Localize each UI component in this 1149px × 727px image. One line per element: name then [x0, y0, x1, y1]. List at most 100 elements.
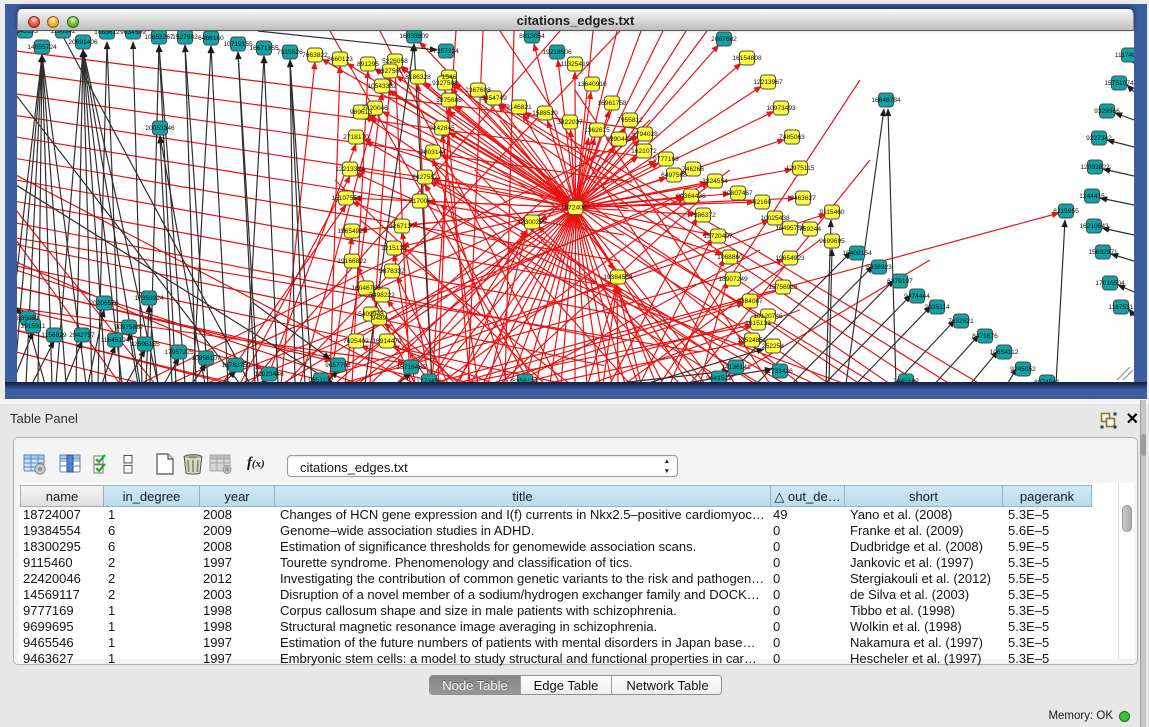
- svg-text:10653267: 10653267: [144, 34, 174, 41]
- svg-text:12975115: 12975115: [786, 165, 815, 172]
- svg-text:9777169: 9777169: [653, 156, 679, 163]
- svg-text:19654921: 19654921: [337, 228, 367, 235]
- svg-text:20206576: 20206576: [89, 300, 119, 307]
- svg-text:5498222: 5498222: [369, 292, 395, 299]
- svg-text:9245052: 9245052: [1010, 366, 1036, 373]
- svg-text:746266: 746266: [682, 166, 704, 173]
- svg-text:9242845: 9242845: [429, 125, 455, 132]
- svg-text:2935114: 2935114: [924, 304, 950, 311]
- svg-text:5938923: 5938923: [866, 264, 892, 271]
- svg-text:891295: 891295: [357, 61, 379, 68]
- svg-text:9146821: 9146821: [506, 104, 532, 111]
- svg-text:18907249: 18907249: [718, 276, 748, 283]
- svg-text:252254: 252254: [762, 343, 784, 350]
- svg-text:7485063: 7485063: [779, 134, 805, 141]
- svg-text:10120746: 10120746: [753, 313, 783, 320]
- svg-text:1215139: 1215139: [381, 245, 407, 252]
- svg-text:3824554: 3824554: [702, 178, 728, 185]
- svg-text:15756928: 15756928: [768, 284, 798, 291]
- svg-text:1733426: 1733426: [767, 368, 793, 375]
- svg-text:7357224: 7357224: [433, 48, 459, 55]
- svg-text:1083612: 1083612: [94, 31, 120, 36]
- svg-text:759244: 759244: [799, 226, 821, 233]
- svg-text:9489: 9489: [372, 315, 387, 322]
- svg-text:9115460: 9115460: [819, 209, 845, 216]
- svg-text:62160: 62160: [753, 199, 772, 206]
- svg-text:10543382: 10543382: [367, 83, 397, 90]
- svg-text:6794028: 6794028: [632, 131, 658, 138]
- svg-text:1190542: 1190542: [50, 31, 76, 35]
- svg-text:20364436: 20364436: [676, 193, 706, 200]
- svg-text:16046766: 16046766: [351, 285, 381, 292]
- svg-text:3915911: 3915911: [20, 323, 46, 330]
- svg-text:8660123: 8660123: [327, 56, 353, 63]
- svg-text:9463627: 9463627: [790, 195, 816, 202]
- svg-text:3875685: 3875685: [436, 97, 462, 104]
- svg-text:19654923: 19654923: [775, 255, 805, 262]
- svg-text:15751074: 15751074: [1104, 80, 1134, 87]
- svg-text:17016504: 17016504: [1095, 280, 1125, 287]
- svg-text:2367608: 2367608: [465, 87, 491, 94]
- svg-text:9651132: 9651132: [308, 377, 334, 382]
- svg-text:1273456: 1273456: [416, 378, 442, 382]
- svg-text:12923446: 12923446: [254, 371, 284, 378]
- svg-text:1244415: 1244415: [1079, 193, 1105, 200]
- svg-text:7632621: 7632621: [948, 318, 974, 325]
- svg-text:6466160: 6466160: [198, 35, 224, 42]
- svg-text:16648784: 16648784: [871, 97, 901, 104]
- svg-text:16210643: 16210643: [1079, 223, 1109, 230]
- svg-text:10025438: 10025438: [760, 215, 790, 222]
- svg-text:8215955: 8215955: [1053, 208, 1079, 215]
- svg-text:9634509: 9634509: [120, 31, 146, 36]
- svg-text:16409154: 16409154: [842, 250, 872, 257]
- svg-text:7625402: 7625402: [343, 338, 369, 345]
- svg-text:1068860: 1068860: [717, 254, 743, 261]
- svg-text:8813054: 8813054: [519, 33, 545, 40]
- svg-text:2803144: 2803144: [420, 149, 446, 156]
- svg-text:8974561: 8974561: [1034, 379, 1060, 382]
- svg-text:9227342: 9227342: [1086, 135, 1112, 142]
- svg-text:1588520: 1588520: [532, 110, 558, 117]
- svg-text:17359924: 17359924: [134, 295, 164, 302]
- svg-text:989613: 989613: [350, 109, 372, 116]
- svg-text:18724007: 18724007: [561, 205, 591, 212]
- svg-text:16914479: 16914479: [372, 338, 402, 345]
- svg-text:16782759: 16782759: [221, 362, 251, 369]
- svg-text:9327508: 9327508: [432, 80, 458, 87]
- svg-text:9657791: 9657791: [325, 362, 351, 369]
- svg-text:817006: 817006: [409, 198, 431, 205]
- svg-text:2718170: 2718170: [343, 134, 369, 141]
- svg-text:2087682: 2087682: [711, 36, 737, 43]
- svg-text:9641523: 9641523: [706, 375, 732, 382]
- svg-text:3822037: 3822037: [557, 119, 583, 126]
- svg-text:17957225: 17957225: [164, 349, 194, 356]
- svg-text:11645194: 11645194: [101, 337, 130, 344]
- svg-text:20691406: 20691406: [68, 39, 98, 46]
- svg-text:90975867: 90975867: [114, 324, 144, 331]
- svg-text:9384067: 9384067: [737, 298, 763, 305]
- svg-text:14055724: 14055724: [27, 44, 57, 51]
- svg-text:1527602: 1527602: [172, 34, 198, 41]
- svg-text:16154808: 16154808: [732, 55, 762, 62]
- svg-text:8356124: 8356124: [512, 378, 538, 382]
- svg-text:5878332: 5878332: [379, 268, 405, 275]
- svg-text:15720407: 15720407: [703, 233, 733, 240]
- svg-text:1167531: 1167531: [1108, 304, 1134, 311]
- svg-text:2942757: 2942757: [69, 332, 95, 339]
- svg-text:10654112: 10654112: [990, 349, 1019, 356]
- svg-text:16671355: 16671355: [249, 45, 279, 52]
- svg-text:16033809: 16033809: [399, 33, 429, 40]
- svg-text:19218506: 19218506: [542, 49, 572, 56]
- svg-text:12505185: 12505185: [130, 341, 160, 348]
- svg-text:1615132: 1615132: [745, 320, 771, 327]
- svg-text:19166822: 19166822: [337, 258, 367, 265]
- svg-text:20053346: 20053346: [145, 125, 175, 132]
- svg-text:9327500: 9327500: [377, 68, 403, 75]
- svg-text:12093822: 12093822: [1080, 164, 1110, 171]
- svg-text:1156829: 1156829: [41, 332, 67, 339]
- svg-text:16107553: 16107553: [331, 195, 361, 202]
- svg-text:16961758: 16961758: [597, 100, 627, 107]
- svg-text:9474444: 9474444: [904, 293, 930, 300]
- svg-text:7386372: 7386372: [690, 212, 716, 219]
- svg-text:11174084: 11174084: [1115, 52, 1134, 59]
